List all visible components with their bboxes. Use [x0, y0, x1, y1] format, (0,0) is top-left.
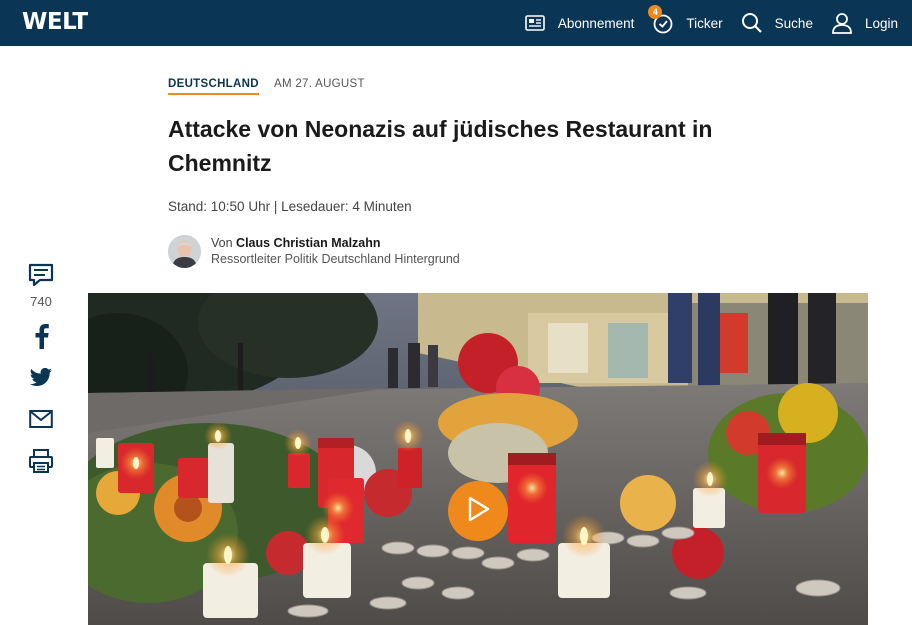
article-title: Attacke von Neonazis auf jüdisches Resta…: [168, 116, 713, 176]
twitter-icon: [29, 367, 53, 393]
author-role: Ressortleiter Politik Deutschland Hinter…: [211, 252, 460, 266]
search-icon: [741, 12, 763, 34]
top-navigation-bar: WELT Abonnement 4 Ticker Suche Login: [0, 0, 912, 46]
category-link[interactable]: DEUTSCHLAND: [168, 78, 259, 95]
nav-ticker[interactable]: 4 Ticker: [648, 5, 723, 34]
mail-icon: [29, 409, 53, 434]
newspaper-icon: [524, 12, 546, 34]
nav-abonnement[interactable]: Abonnement: [524, 12, 635, 34]
print-icon: [28, 448, 54, 479]
article-meta: Stand: 10:50 Uhr | Lesedauer: 4 Minuten: [168, 199, 412, 214]
clock-icon: 4: [648, 5, 674, 34]
nav-login-label: Login: [864, 15, 898, 31]
comment-count: 740: [30, 294, 52, 309]
print-button[interactable]: [28, 448, 54, 479]
video-play-button[interactable]: [448, 481, 508, 541]
article-hero-image[interactable]: [88, 293, 868, 625]
mail-share-button[interactable]: [29, 409, 53, 434]
twitter-share-button[interactable]: [29, 367, 53, 393]
nav-suche-label: Suche: [774, 15, 813, 31]
nav-login[interactable]: Login: [831, 12, 898, 34]
publish-date: AM 27. AUGUST: [274, 78, 365, 90]
nav-suche[interactable]: Suche: [741, 12, 813, 34]
nav-abonnement-label: Abonnement: [557, 15, 635, 31]
facebook-share-button[interactable]: [31, 323, 51, 354]
welt-logo[interactable]: WELT: [22, 9, 88, 35]
author-name[interactable]: Claus Christian Malzahn: [236, 236, 380, 250]
comment-icon: [28, 262, 54, 293]
play-icon: [465, 495, 491, 528]
facebook-icon: [31, 323, 51, 354]
comments-button[interactable]: 740: [28, 262, 54, 309]
author-byline: Von Claus Christian Malzahn: [211, 236, 381, 250]
user-icon: [831, 12, 853, 34]
author-avatar[interactable]: [168, 235, 201, 268]
social-share-bar: 740: [24, 262, 58, 479]
author-prefix: Von: [211, 236, 233, 250]
header-nav: Abonnement 4 Ticker Suche Login: [524, 0, 912, 46]
nav-ticker-label: Ticker: [686, 15, 723, 31]
